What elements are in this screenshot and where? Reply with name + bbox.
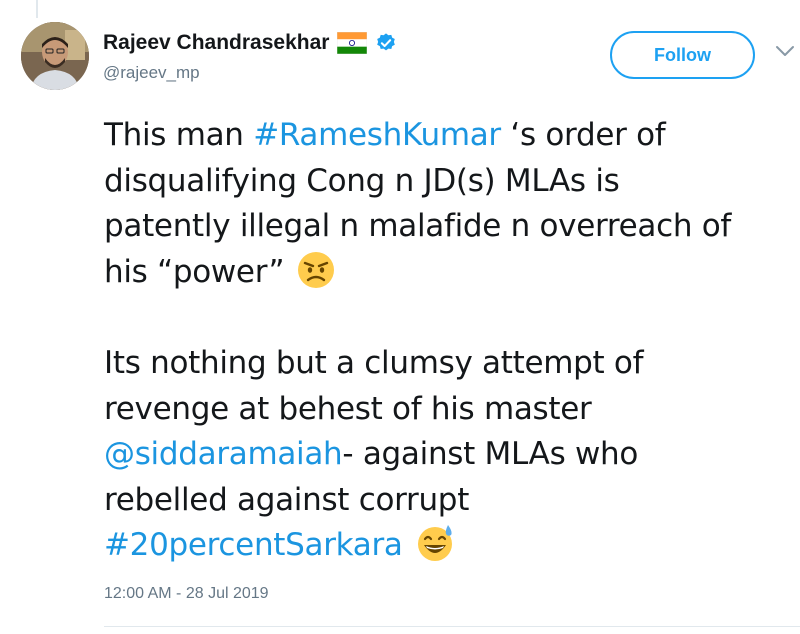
- tweet-text-segment: rebelled against corrupt: [104, 481, 470, 518]
- tweet-line: This man #RameshKumar ‘s order of: [104, 113, 800, 159]
- verified-badge-icon: [377, 33, 396, 51]
- tweet-text-segment: his “power”: [104, 253, 285, 290]
- tweet-text: This man #RameshKumar ‘s order of disqua…: [104, 113, 800, 569]
- tweet-text-segment: disqualifying Cong n JD(s) MLAs is: [104, 162, 620, 199]
- grinning-sweat-icon: [417, 525, 452, 561]
- avatar-photo: [21, 22, 89, 90]
- tweet-text-segment: patently illegal n malafide n overreach …: [104, 208, 732, 244]
- tweet-text-segment: revenge at behest of his master: [104, 390, 592, 427]
- tweet-line: patently illegal n malafide n overreach …: [104, 204, 800, 250]
- divider: [104, 626, 800, 627]
- tweet-timestamp[interactable]: 12:00 AM - 28 Jul 2019: [104, 584, 269, 604]
- tweet-line: Its nothing but a clumsy attempt of: [104, 341, 800, 387]
- tweet-text-segment: This man: [104, 117, 254, 153]
- avatar[interactable]: [21, 22, 89, 90]
- tweet-line: disqualifying Cong n JD(s) MLAs is: [104, 159, 800, 205]
- author-name[interactable]: Rajeev Chandrasekhar: [103, 30, 329, 56]
- tweet-line: @siddaramaiah- against MLAs who: [104, 432, 800, 478]
- hashtag-link[interactable]: #20percentSarkara: [104, 527, 403, 563]
- thread-connector-line: [36, 0, 38, 18]
- tweet-line: rebelled against corrupt: [104, 478, 800, 524]
- tweet-line: his “power”: [104, 250, 800, 296]
- mention-link[interactable]: @siddaramaiah: [104, 436, 343, 472]
- india-flag-icon: [337, 32, 368, 54]
- hashtag-link[interactable]: #RameshKumar: [253, 117, 501, 153]
- angry-face-icon: [298, 251, 335, 288]
- tweet-text-segment: Its nothing but a clumsy attempt of: [104, 345, 644, 381]
- follow-button[interactable]: Follow: [610, 31, 755, 79]
- tweet-line: revenge at behest of his master: [104, 387, 800, 433]
- tweet-text-segment: - against MLAs who: [342, 436, 639, 472]
- author-name-row[interactable]: Rajeev Chandrasekhar: [103, 30, 397, 56]
- author-handle[interactable]: @rajeev_mp: [103, 62, 200, 84]
- tweet-line: #20percentSarkara: [104, 523, 800, 569]
- tweet-text-segment: ‘s order of: [500, 117, 666, 153]
- chevron-down-icon[interactable]: [775, 44, 795, 58]
